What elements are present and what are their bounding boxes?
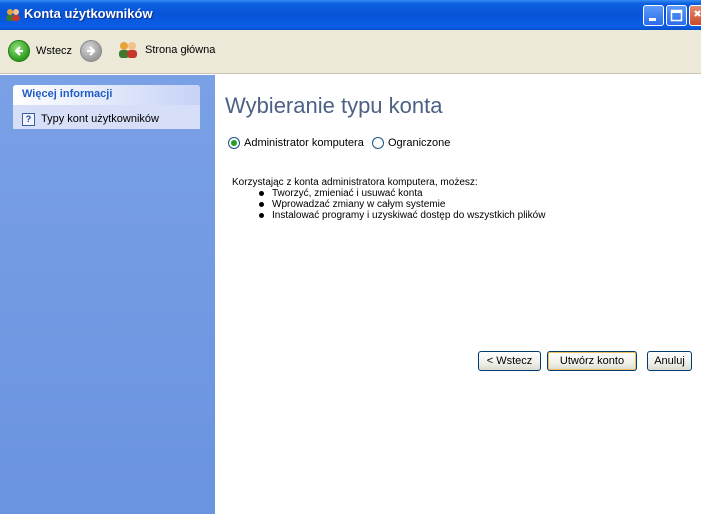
minimize-button[interactable] xyxy=(643,5,664,26)
bullet-icon xyxy=(259,213,264,218)
radio-label-administrator: Administrator komputera xyxy=(244,137,364,149)
users-home-icon xyxy=(119,42,137,58)
home-nav-label: Strona główna xyxy=(145,44,216,56)
list-item: Tworzyć, zmieniać i usuwać konta xyxy=(259,188,545,199)
title-bar: Konta użytkowników xyxy=(0,0,701,30)
close-icon xyxy=(694,10,701,17)
account-description: Korzystając z konta administratora kompu… xyxy=(232,177,478,188)
page-title: Wybieranie typu konta xyxy=(225,93,443,118)
bullet-icon xyxy=(259,191,264,196)
panel-title: Więcej informacji xyxy=(13,85,200,105)
main-content: Wybieranie typu konta Administrator komp… xyxy=(215,75,701,514)
radio-option-administrator[interactable]: Administrator komputera xyxy=(228,137,364,149)
help-icon: ? xyxy=(22,112,35,126)
radio-button-limited[interactable] xyxy=(372,137,384,149)
create-account-button[interactable]: Utwórz konto xyxy=(547,351,637,371)
back-button[interactable]: < Wstecz xyxy=(478,351,541,371)
list-item: Wprowadzać zmiany w całym systemie xyxy=(259,199,545,210)
home-nav-button[interactable]: Strona główna xyxy=(117,40,215,60)
radio-selected-dot xyxy=(231,140,237,146)
sidebar-item-account-types[interactable]: ? Typy kont użytkowników xyxy=(13,105,200,129)
capabilities-list: Tworzyć, zmieniać i usuwać konta Wprowad… xyxy=(259,188,545,221)
list-item-text: Instalować programy i uzyskiwać dostęp d… xyxy=(272,210,546,221)
back-nav-label: Wstecz xyxy=(36,45,73,57)
forward-nav-button[interactable] xyxy=(80,40,102,62)
minimize-icon xyxy=(649,18,656,21)
more-info-panel: Więcej informacji ? Typy kont użytkownik… xyxy=(13,85,200,129)
list-item: Instalować programy i uzyskiwać dostęp d… xyxy=(259,210,545,221)
window-title: Konta użytkowników xyxy=(24,6,153,21)
radio-button-administrator[interactable] xyxy=(228,137,240,149)
close-button[interactable] xyxy=(689,5,701,26)
users-icon xyxy=(6,9,20,21)
radio-label-limited: Ograniczone xyxy=(388,137,451,149)
task-sidebar: Więcej informacji ? Typy kont użytkownik… xyxy=(0,75,215,514)
list-item-text: Tworzyć, zmieniać i usuwać konta xyxy=(272,188,423,199)
list-item-text: Wprowadzać zmiany w całym systemie xyxy=(272,199,446,210)
maximize-button[interactable] xyxy=(666,5,687,26)
sidebar-item-label: Typy kont użytkowników xyxy=(41,113,159,125)
navigation-toolbar: Wstecz Strona główna xyxy=(0,30,701,74)
bullet-icon xyxy=(259,202,264,207)
radio-option-limited[interactable]: Ograniczone xyxy=(372,137,450,149)
back-arrow-icon xyxy=(8,40,30,62)
cancel-button[interactable]: Anuluj xyxy=(647,351,692,371)
maximize-icon xyxy=(670,9,683,22)
forward-arrow-icon xyxy=(80,40,102,62)
back-nav-button[interactable]: Wstecz xyxy=(8,40,72,62)
